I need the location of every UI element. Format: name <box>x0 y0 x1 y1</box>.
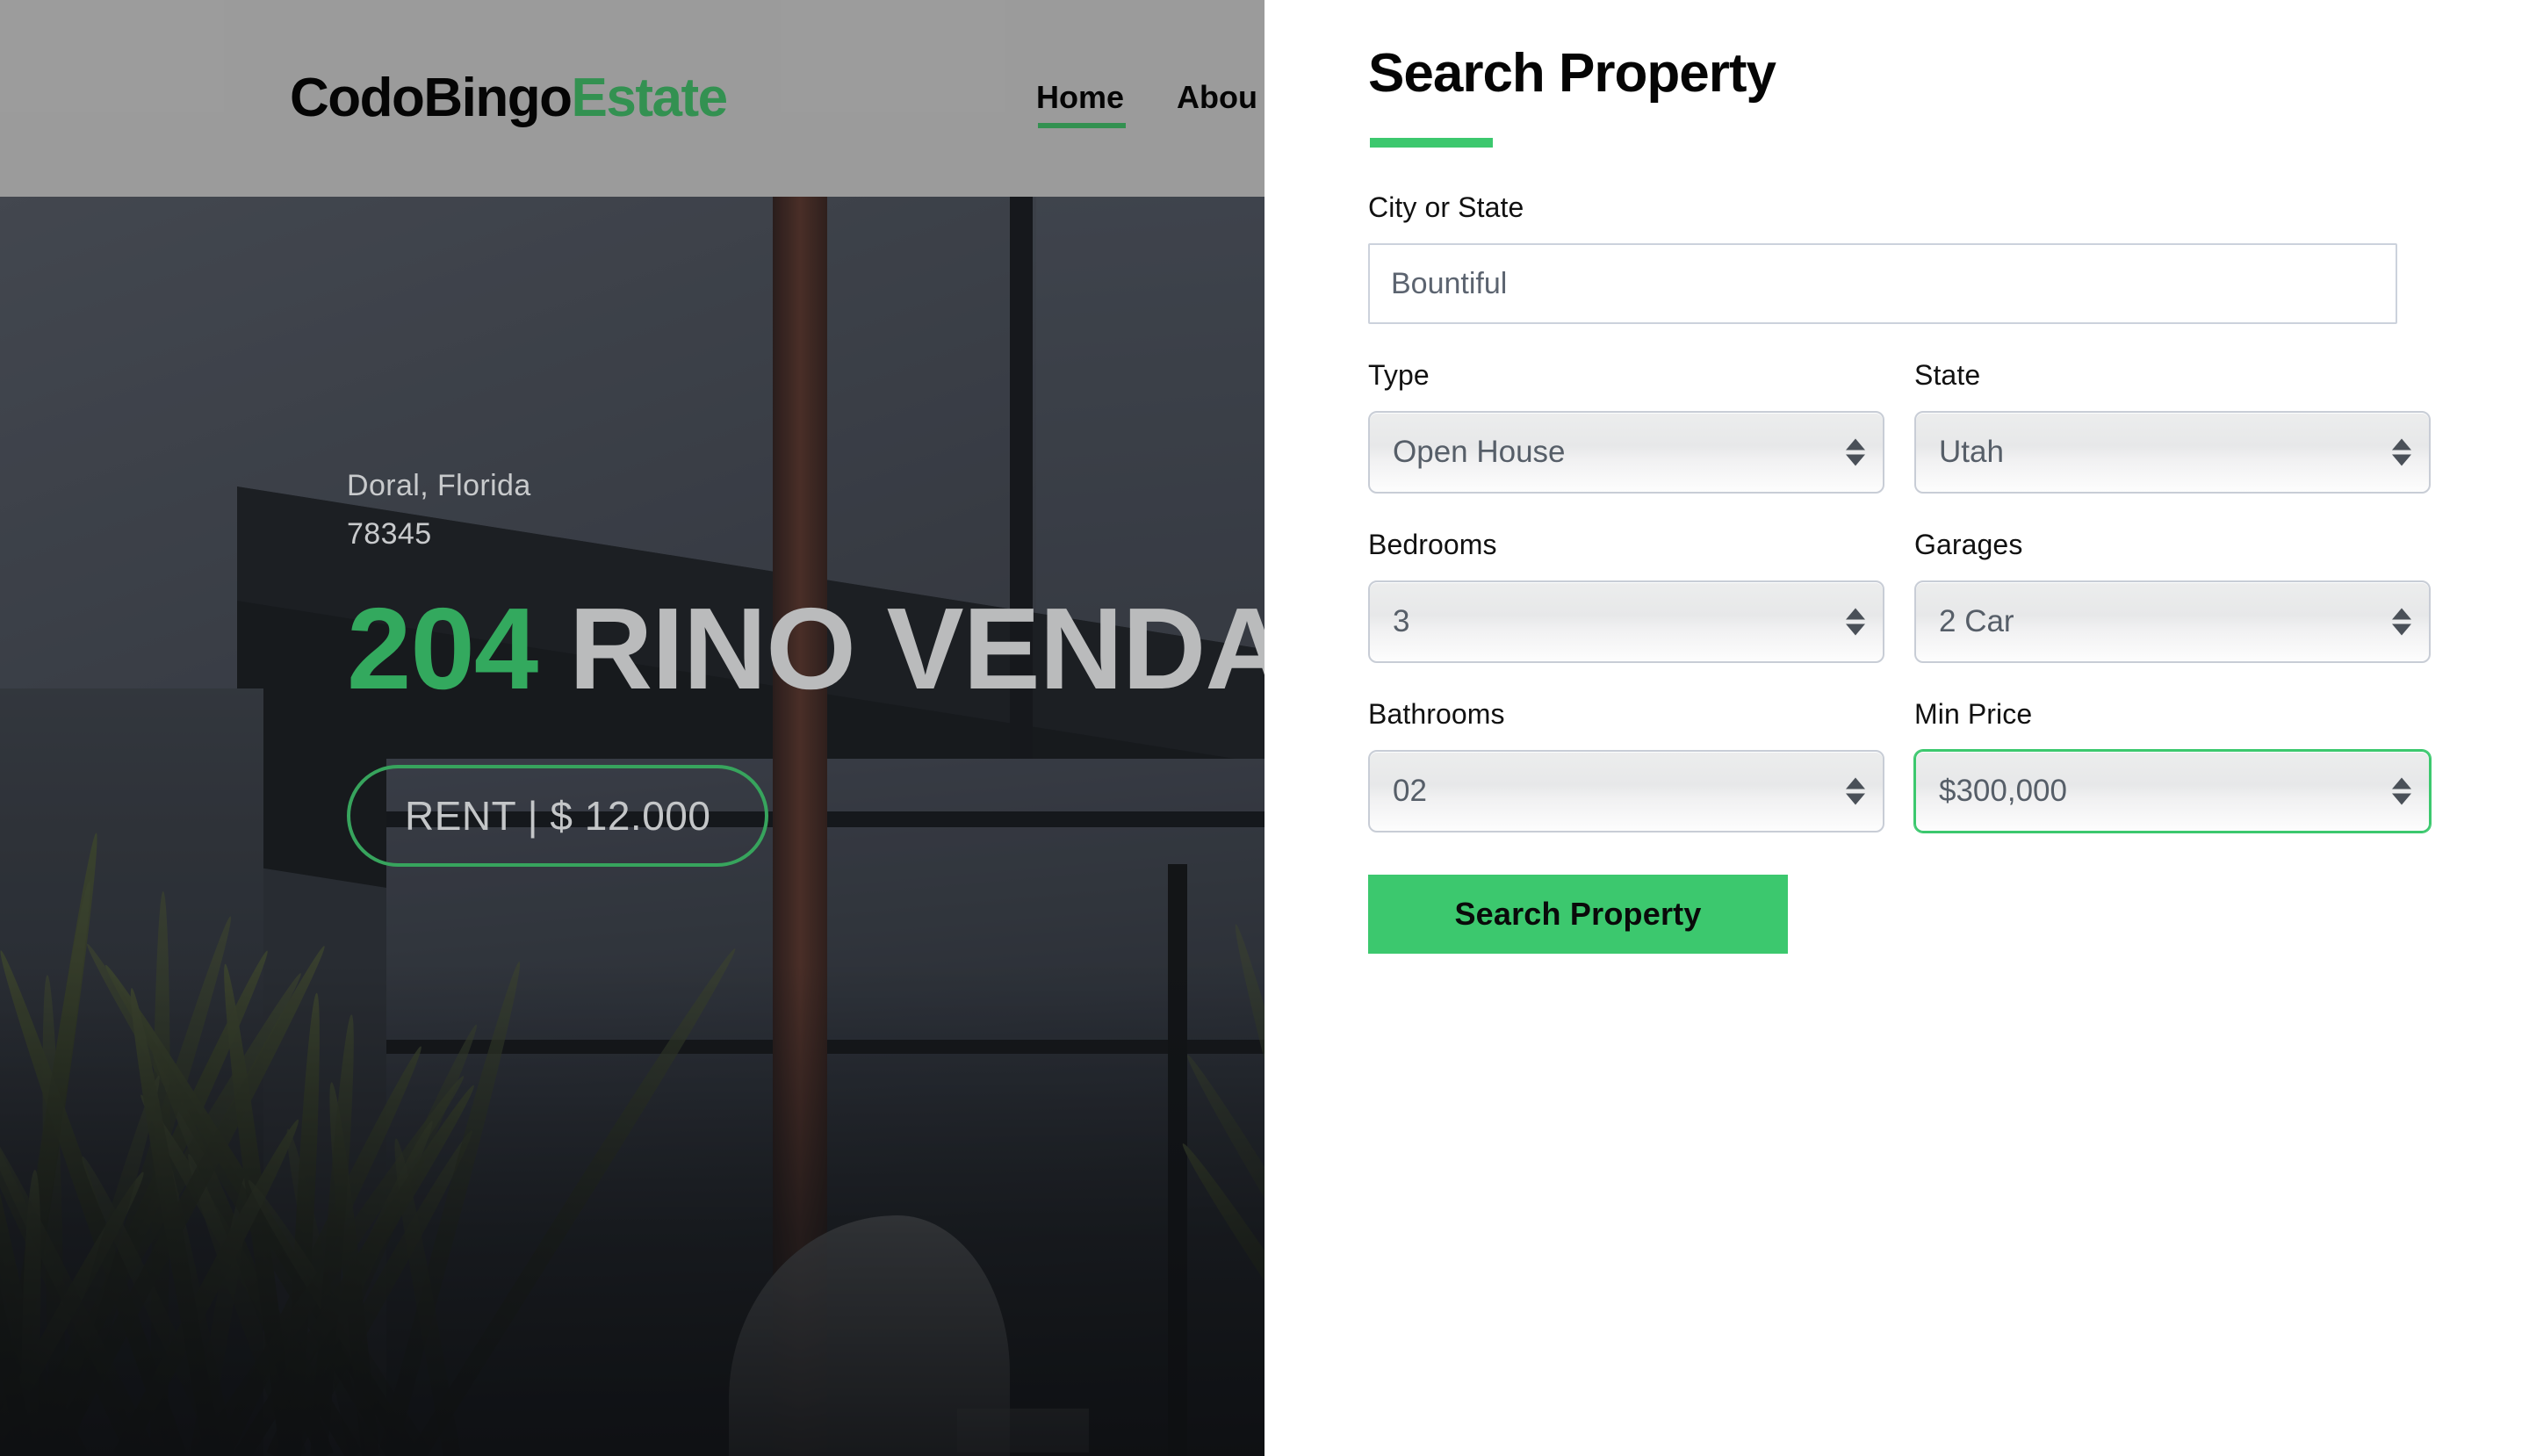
bathrooms-select[interactable]: 02 <box>1368 750 1884 833</box>
row-type-state: Type Open House State Utah <box>1368 359 2431 494</box>
field-bathrooms: Bathrooms 02 <box>1368 698 1884 833</box>
label-garages: Garages <box>1914 529 2431 561</box>
label-min-price: Min Price <box>1914 698 2431 731</box>
page-root: Doral, Florida 78345 204 RINO VENDA ROAD… <box>0 0 2529 1456</box>
label-type: Type <box>1368 359 1884 392</box>
label-bathrooms: Bathrooms <box>1368 698 1884 731</box>
search-property-modal: Search Property City or State Type Open … <box>1264 0 2529 1456</box>
modal-title: Search Property <box>1368 42 1776 105</box>
modal-title-underline <box>1370 138 1493 148</box>
field-city-or-state: City or State <box>1368 191 2431 324</box>
field-min-price: Min Price $300,000 <box>1914 698 2431 833</box>
row-bathrooms-minprice: Bathrooms 02 Min Price $300,000 <box>1368 698 2431 833</box>
label-state: State <box>1914 359 2431 392</box>
type-select[interactable]: Open House <box>1368 411 1884 494</box>
field-type: Type Open House <box>1368 359 1884 494</box>
min-price-select[interactable]: $300,000 <box>1914 750 2431 833</box>
field-bedrooms: Bedrooms 3 <box>1368 529 1884 663</box>
label-city-or-state: City or State <box>1368 191 2431 224</box>
garages-select[interactable]: 2 Car <box>1914 580 2431 663</box>
state-select[interactable]: Utah <box>1914 411 2431 494</box>
city-or-state-input[interactable] <box>1368 243 2397 324</box>
modal-scrim[interactable] <box>0 0 1264 1456</box>
label-bedrooms: Bedrooms <box>1368 529 1884 561</box>
search-property-button[interactable]: Search Property <box>1368 875 1788 954</box>
bedrooms-select[interactable]: 3 <box>1368 580 1884 663</box>
search-form: City or State Type Open House State <box>1368 191 2431 954</box>
field-state: State Utah <box>1914 359 2431 494</box>
field-garages: Garages 2 Car <box>1914 529 2431 663</box>
row-bedrooms-garages: Bedrooms 3 Garages 2 Car <box>1368 529 2431 663</box>
